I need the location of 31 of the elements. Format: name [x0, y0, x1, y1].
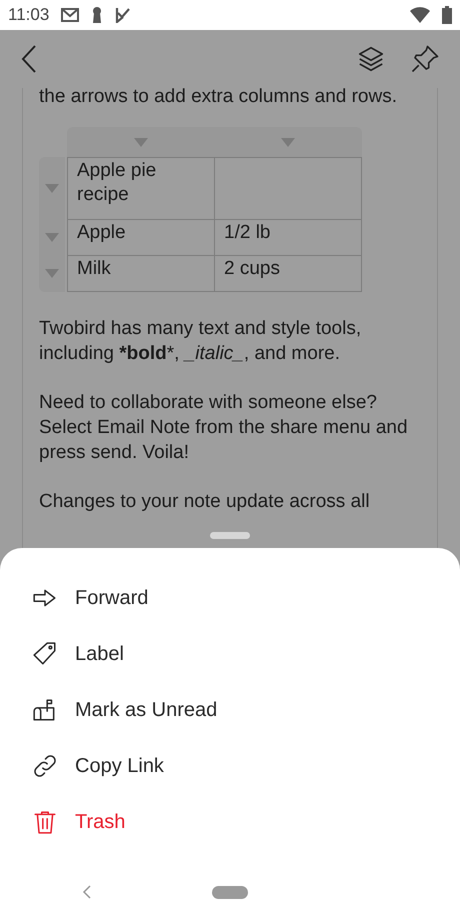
- tag-icon: [32, 641, 58, 667]
- note-paragraph: Twobird has many text and style tools, including *bold*, _italic_, and more.: [39, 317, 362, 366]
- status-time: 11:03: [8, 4, 50, 26]
- dropdown-arrow-icon[interactable]: [281, 138, 295, 146]
- keyhole-icon: [91, 7, 104, 23]
- table-cell: 2 cups: [214, 256, 362, 292]
- menu-item[interactable]: Mark as Unread: [0, 682, 460, 738]
- menu-item[interactable]: Forward: [0, 570, 460, 626]
- table-cell: Apple: [68, 220, 214, 256]
- nav-back-button[interactable]: [82, 885, 92, 899]
- home-pill-button[interactable]: [212, 886, 248, 898]
- table-cell: 1/2 lb: [214, 220, 362, 256]
- table-cell: Apple pie recipe: [68, 158, 214, 220]
- dropdown-arrow-icon[interactable]: [45, 232, 59, 242]
- menu-item[interactable]: Label: [0, 626, 460, 682]
- menu-item[interactable]: Trash: [0, 794, 460, 850]
- menu-item[interactable]: Copy Link: [0, 738, 460, 794]
- dropdown-arrow-icon[interactable]: [45, 184, 59, 192]
- note-text: the arrows to add extra columns and rows.: [39, 85, 398, 109]
- note-paragraph: Need to collaborate with someone else? Select Email Note from the share menu and press send. Voila!: [39, 391, 409, 465]
- table-cell: Milk: [68, 256, 214, 292]
- dropdown-arrow-icon[interactable]: [134, 138, 148, 146]
- mail-icon: [61, 8, 80, 22]
- link-icon: [32, 753, 58, 779]
- trash-icon: [32, 809, 58, 835]
- note-paragraph: Changes to your note update across all: [39, 490, 371, 514]
- wifi-icon: [410, 7, 430, 23]
- drag-handle[interactable]: [210, 532, 250, 539]
- battery-icon: [442, 6, 452, 24]
- dropdown-arrow-icon[interactable]: [45, 268, 59, 278]
- check-flag-icon: [115, 7, 132, 23]
